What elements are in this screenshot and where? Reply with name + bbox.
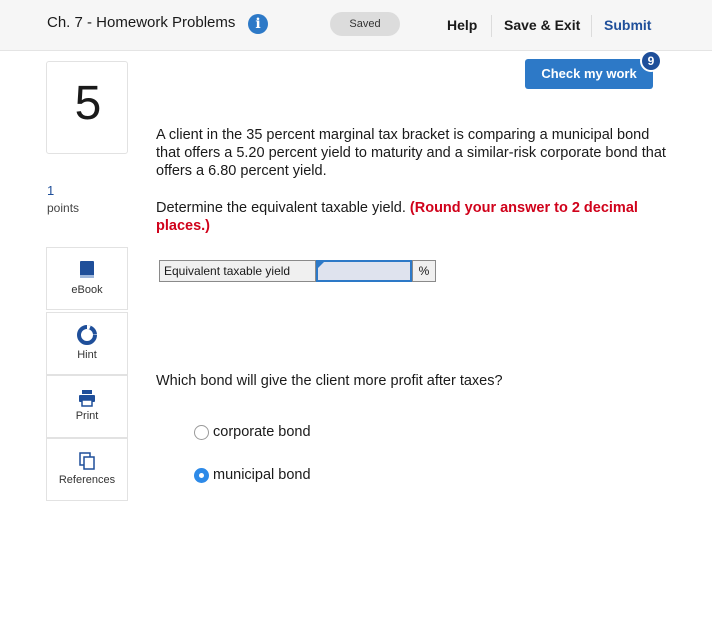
percent-unit: % — [412, 260, 436, 282]
check-my-work-button[interactable]: Check my work — [525, 59, 653, 89]
top-bar: Ch. 7 - Homework Problems i Saved Help S… — [0, 0, 712, 51]
ebook-label: eBook — [71, 284, 103, 296]
radio-button[interactable] — [194, 425, 209, 440]
printer-icon — [79, 390, 95, 407]
ebook-button[interactable]: eBook — [46, 247, 128, 310]
copy-icon — [79, 452, 95, 470]
submit-link[interactable]: Submit — [604, 17, 651, 33]
points-value: 1 — [47, 183, 55, 198]
checks-remaining-badge: 9 — [640, 50, 662, 72]
points-label: points — [47, 201, 80, 215]
hint-label: Hint — [77, 349, 97, 361]
question2-text: Which bond will give the client more pro… — [156, 373, 503, 389]
references-label: References — [58, 474, 116, 486]
question-text: A client in the 35 percent marginal tax … — [156, 127, 666, 179]
option-label[interactable]: corporate bond — [213, 424, 311, 440]
assignment-title: Ch. 7 - Homework Problems — [47, 14, 236, 31]
radio-button-selected[interactable] — [194, 468, 209, 483]
lifebuoy-icon — [77, 325, 97, 345]
equivalent-taxable-yield-input[interactable] — [316, 260, 412, 282]
info-icon[interactable]: i — [248, 14, 268, 34]
hint-button[interactable]: Hint — [46, 312, 128, 375]
book-icon — [80, 261, 94, 278]
input-flag-icon — [318, 262, 324, 268]
print-label: Print — [75, 410, 99, 422]
nav-divider — [491, 15, 492, 37]
instruction-main: Determine the equivalent taxable yield. — [156, 200, 406, 216]
answer-label: Equivalent taxable yield — [159, 260, 316, 282]
print-button[interactable]: Print — [46, 375, 128, 438]
nav-divider — [591, 15, 592, 37]
instruction-text: Determine the equivalent taxable yield. … — [156, 199, 656, 235]
option-label[interactable]: municipal bond — [213, 467, 311, 483]
references-button[interactable]: References — [46, 438, 128, 501]
save-exit-link[interactable]: Save & Exit — [504, 17, 580, 33]
question-number-card: 5 — [46, 61, 128, 154]
question-number: 5 — [74, 77, 102, 130]
help-link[interactable]: Help — [447, 17, 477, 33]
saved-status-badge: Saved — [330, 12, 400, 36]
